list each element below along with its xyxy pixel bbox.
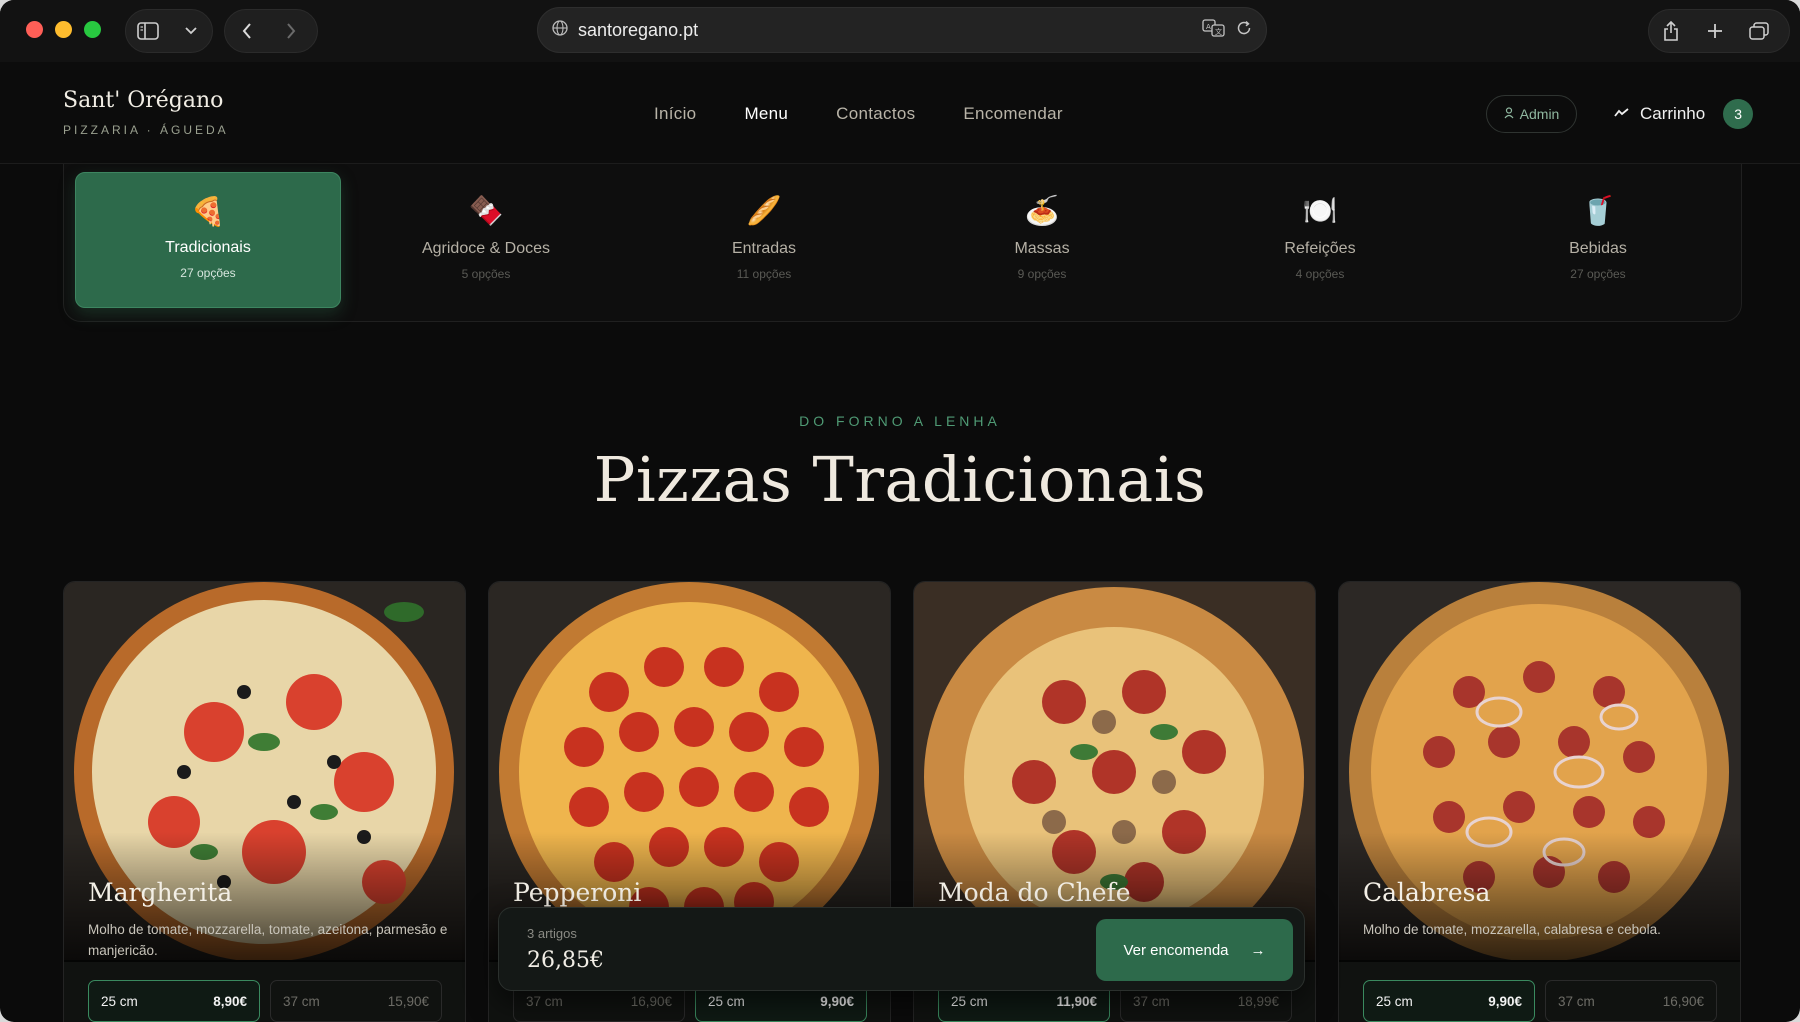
back-arrow-icon[interactable] — [225, 9, 269, 53]
nav-item-inicio[interactable]: Início — [630, 104, 720, 124]
sidebar-toggle-group — [125, 9, 213, 53]
cart-button[interactable]: Carrinho 3 — [1614, 98, 1754, 130]
product-name: Pepperoni — [513, 878, 642, 907]
globe-icon — [552, 19, 568, 41]
admin-label: Admin — [1519, 106, 1560, 122]
size-price: 18,99€ — [1237, 993, 1279, 1009]
category-tab-refeicoes[interactable]: 🍽️ Refeições 4 opções — [1187, 172, 1453, 308]
category-count: 9 opções — [1017, 267, 1067, 281]
browser-window: santoregano.pt A文 Sant' Orégano PIZZARIA… — [0, 0, 1800, 1022]
close-window-button[interactable] — [26, 21, 43, 38]
nav-item-menu[interactable]: Menu — [720, 104, 812, 124]
brand-subtitle: PIZZARIA · ÁGUEDA — [63, 123, 229, 137]
product-description: Molho de tomate, mozzarella, tomate, aze… — [88, 922, 448, 958]
size-option-37cm[interactable]: 37 cm 16,90€ — [1545, 980, 1717, 1022]
section-eyebrow: DO FORNO A LENHA — [799, 413, 1001, 429]
size-price: 8,90€ — [213, 993, 247, 1009]
category-count: 27 opções — [1570, 267, 1626, 281]
category-label: Bebidas — [1569, 240, 1627, 257]
section-title: Pizzas Tradicionais — [593, 443, 1207, 516]
product-description: Molho de tomate, mozzarella, calabresa e… — [1363, 922, 1661, 937]
bread-icon: 🥖 — [746, 195, 782, 226]
share-icon[interactable] — [1649, 9, 1693, 53]
category-label: Tradicionais — [165, 239, 251, 256]
chevron-down-icon[interactable] — [169, 9, 212, 53]
user-icon — [1504, 106, 1514, 122]
size-price: 11,90€ — [1056, 993, 1097, 1009]
drink-icon: 🥤 — [1580, 195, 1616, 226]
window-actions-group — [1648, 9, 1790, 53]
size-label: 25 cm — [708, 993, 745, 1009]
category-tab-bebidas[interactable]: 🥤 Bebidas 27 opções — [1465, 172, 1731, 308]
cart-count-badge: 3 — [1723, 99, 1754, 129]
category-label: Agridoce & Doces — [421, 240, 551, 257]
category-tab-tradicionais[interactable]: 🍕 Tradicionais 27 opções — [75, 172, 341, 308]
category-tab-agridoce-doces[interactable]: 🍫 Agridoce & Doces 5 opções — [353, 172, 619, 308]
category-count: 11 opções — [736, 267, 792, 281]
zoom-window-button[interactable] — [84, 21, 101, 38]
size-label: 37 cm — [1558, 993, 1595, 1009]
order-total: 26,85€ — [527, 948, 604, 973]
category-count: 4 opções — [1295, 267, 1345, 281]
size-label: 37 cm — [283, 993, 320, 1009]
size-label: 25 cm — [1376, 993, 1413, 1009]
size-option-25cm[interactable]: 25 cm 8,90€ — [88, 980, 260, 1022]
svg-text:A: A — [1206, 23, 1211, 31]
product-name: Calabresa — [1363, 878, 1491, 907]
nav-item-contactos[interactable]: Contactos — [812, 104, 939, 124]
chocolate-icon: 🍫 — [468, 195, 504, 226]
main-nav: Início Menu Contactos Encomendar — [630, 104, 1087, 124]
svg-text:文: 文 — [1215, 27, 1222, 36]
tab-overview-icon[interactable] — [1737, 9, 1781, 53]
product-card-calabresa[interactable]: Calabresa Molho de tomate, mozzarella, c… — [1338, 581, 1741, 1022]
size-price: 16,90€ — [1662, 993, 1704, 1009]
category-count: 27 opções — [180, 266, 236, 280]
size-label: 25 cm — [101, 993, 138, 1009]
order-item-count: 3 artigos — [527, 926, 577, 941]
size-label: 37 cm — [526, 993, 563, 1009]
product-name: Moda do Chefe — [938, 878, 1131, 907]
cart-label: Carrinho — [1640, 104, 1706, 123]
category-label: Refeições — [1284, 240, 1356, 257]
size-price: 15,90€ — [387, 993, 429, 1009]
view-order-label: Ver encomenda — [1123, 941, 1229, 959]
forward-arrow-icon[interactable] — [269, 9, 313, 53]
browser-toolbar: santoregano.pt A文 — [0, 0, 1800, 62]
pasta-icon: 🍝 — [1024, 195, 1060, 226]
size-label: 25 cm — [951, 993, 988, 1009]
url-text[interactable]: santoregano.pt — [578, 20, 1192, 41]
view-order-button[interactable]: Ver encomenda → — [1096, 919, 1293, 981]
arrow-right-icon: → — [1250, 941, 1266, 959]
size-price: 16,90€ — [630, 993, 672, 1009]
brand-logo-name[interactable]: Sant' Orégano — [63, 88, 223, 113]
size-label: 37 cm — [1133, 993, 1170, 1009]
pizza-icon: 🍕 — [190, 196, 226, 227]
size-price: 9,90€ — [820, 993, 854, 1009]
minimize-window-button[interactable] — [55, 21, 72, 38]
category-label: Massas — [1014, 240, 1070, 257]
category-count: 5 opções — [461, 267, 511, 281]
category-label: Entradas — [731, 240, 797, 257]
category-tabs: 🍕 Tradicionais 27 opções 🍫 Agridoce & Do… — [63, 164, 1742, 322]
reload-icon[interactable] — [1236, 20, 1252, 41]
nav-item-encomendar[interactable]: Encomendar — [939, 104, 1086, 124]
category-tab-massas[interactable]: 🍝 Massas 9 opções — [909, 172, 1175, 308]
admin-button[interactable]: Admin — [1486, 95, 1577, 133]
product-name: Margherita — [88, 878, 233, 907]
sidebar-icon[interactable] — [126, 9, 169, 53]
new-tab-icon[interactable] — [1693, 9, 1737, 53]
size-option-37cm[interactable]: 37 cm 15,90€ — [270, 980, 442, 1022]
cart-icon — [1614, 104, 1630, 124]
category-tab-entradas[interactable]: 🥖 Entradas 11 opções — [631, 172, 897, 308]
size-option-25cm[interactable]: 25 cm 9,90€ — [1363, 980, 1535, 1022]
product-card-margherita[interactable]: Margherita Molho de tomate, mozzarella, … — [63, 581, 466, 1022]
site-header: Sant' Orégano PIZZARIA · ÁGUEDA Início M… — [0, 62, 1800, 164]
plate-icon: 🍽️ — [1302, 195, 1338, 226]
order-summary-bar: 3 artigos 26,85€ Ver encomenda → — [498, 907, 1305, 991]
translate-icon[interactable]: A文 — [1202, 18, 1226, 42]
history-nav-group — [224, 9, 318, 53]
address-bar[interactable]: santoregano.pt A文 — [537, 7, 1267, 53]
size-price: 9,90€ — [1488, 993, 1522, 1009]
